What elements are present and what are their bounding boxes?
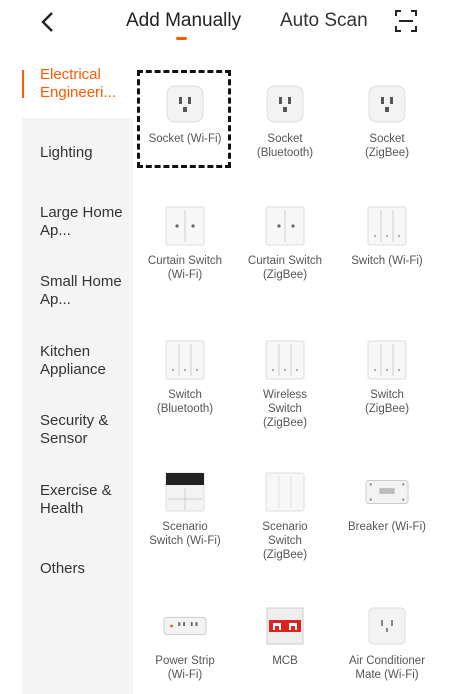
sidebar-item-large-home-appliance[interactable]: Large Home Ap... bbox=[40, 204, 132, 240]
sidebar-item-security-sensor[interactable]: Security & Sensor bbox=[40, 412, 132, 448]
device-socket-bluetooth[interactable]: Socket (Bluetooth) bbox=[233, 82, 337, 160]
sidebar-item-electrical-engineering[interactable]: Electrical Engineeri... bbox=[40, 66, 132, 102]
breaker-icon bbox=[365, 470, 409, 514]
device-curtain-switch-zigbee[interactable]: Curtain Switch (ZigBee) bbox=[233, 204, 337, 282]
device-switch-wifi[interactable]: Switch (Wi-Fi) bbox=[335, 204, 439, 268]
device-power-strip-wifi[interactable]: Power Strip (Wi-Fi) bbox=[133, 604, 237, 682]
device-grid: Socket (Wi-Fi) Socket (Bluetooth) Socket… bbox=[133, 56, 461, 694]
device-label: Switch (ZigBee) bbox=[364, 389, 410, 415]
socket-icon bbox=[163, 82, 207, 126]
device-switch-bluetooth[interactable]: Switch (Bluetooth) bbox=[133, 338, 237, 416]
device-label: Socket (Bluetooth) bbox=[256, 133, 314, 159]
top-bar: Add Manually Auto Scan bbox=[0, 0, 461, 46]
device-scenario-switch-zigbee[interactable]: Scenario Switch (ZigBee) bbox=[233, 470, 337, 562]
device-label: Switch (Wi-Fi) bbox=[351, 255, 423, 267]
curtain-switch-icon bbox=[263, 204, 307, 248]
device-mcb[interactable]: MCB bbox=[233, 604, 337, 668]
scan-icon[interactable] bbox=[394, 9, 418, 33]
tab-add-manually[interactable]: Add Manually bbox=[126, 10, 241, 32]
device-label: Curtain Switch (ZigBee) bbox=[247, 255, 323, 281]
sidebar-item-lighting[interactable]: Lighting bbox=[40, 144, 132, 162]
wall-switch-icon bbox=[263, 338, 307, 382]
device-socket-wifi[interactable]: Socket (Wi-Fi) bbox=[133, 82, 237, 146]
power-strip-icon bbox=[163, 604, 207, 648]
device-scenario-switch-wifi[interactable]: Scenario Switch (Wi-Fi) bbox=[133, 470, 237, 548]
active-tab-indicator bbox=[176, 37, 187, 40]
device-label: Scenario Switch (ZigBee) bbox=[262, 521, 308, 561]
device-label: Wireless Switch (ZigBee) bbox=[262, 389, 308, 429]
ac-mate-icon bbox=[365, 604, 409, 648]
socket-icon bbox=[365, 82, 409, 126]
curtain-switch-icon bbox=[163, 204, 207, 248]
sidebar-item-small-home-appliance[interactable]: Small Home Ap... bbox=[40, 273, 132, 309]
device-curtain-switch-wifi[interactable]: Curtain Switch (Wi-Fi) bbox=[133, 204, 237, 282]
wall-switch-icon bbox=[365, 204, 409, 248]
device-label: Switch (Bluetooth) bbox=[156, 389, 214, 415]
category-sidebar: Electrical Engineeri... Lighting Large H… bbox=[22, 56, 133, 694]
device-label: MCB bbox=[272, 655, 298, 667]
active-category-indicator bbox=[22, 70, 24, 98]
device-label: Power Strip (Wi-Fi) bbox=[155, 655, 215, 681]
sidebar-item-exercise-health[interactable]: Exercise & Health bbox=[40, 482, 132, 518]
device-socket-zigbee[interactable]: Socket (ZigBee) bbox=[335, 82, 439, 160]
back-arrow-icon[interactable] bbox=[36, 8, 60, 36]
device-label: Scenario Switch (Wi-Fi) bbox=[149, 521, 221, 547]
sidebar-item-kitchen-appliance[interactable]: Kitchen Appliance bbox=[40, 343, 132, 379]
device-switch-zigbee[interactable]: Switch (ZigBee) bbox=[335, 338, 439, 416]
tab-auto-scan[interactable]: Auto Scan bbox=[280, 10, 368, 32]
wall-switch-icon bbox=[365, 338, 409, 382]
socket-icon bbox=[263, 82, 307, 126]
device-label: Air Conditioner Mate (Wi-Fi) bbox=[348, 655, 426, 681]
mcb-icon bbox=[263, 604, 307, 648]
wall-switch-icon bbox=[163, 338, 207, 382]
device-breaker-wifi[interactable]: Breaker (Wi-Fi) bbox=[335, 470, 439, 534]
device-label: Socket (ZigBee) bbox=[364, 133, 410, 159]
sidebar-item-others[interactable]: Others bbox=[40, 560, 132, 578]
device-wireless-switch-zigbee[interactable]: Wireless Switch (ZigBee) bbox=[233, 338, 337, 430]
scenario-panel-icon bbox=[263, 470, 307, 514]
device-label: Breaker (Wi-Fi) bbox=[348, 521, 426, 533]
device-label: Socket (Wi-Fi) bbox=[148, 133, 222, 145]
device-label: Curtain Switch (Wi-Fi) bbox=[147, 255, 223, 281]
device-air-conditioner-mate-wifi[interactable]: Air Conditioner Mate (Wi-Fi) bbox=[335, 604, 439, 682]
scenario-switch-icon bbox=[163, 470, 207, 514]
